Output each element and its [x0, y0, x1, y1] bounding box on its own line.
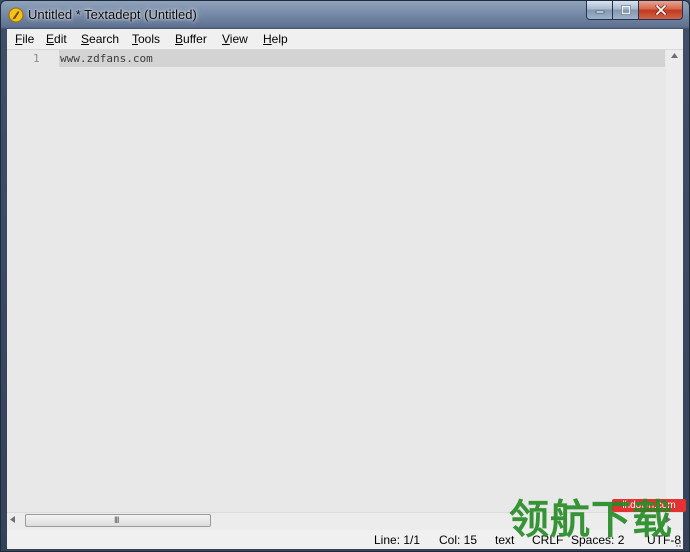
- menu-file[interactable]: File: [15, 32, 34, 46]
- menu-tools-label: ools: [138, 32, 161, 46]
- menu-edit[interactable]: Edit: [46, 32, 67, 46]
- menu-help-mnemonic: H: [263, 32, 272, 46]
- menu-view-mnemonic: V: [222, 32, 230, 46]
- menu-search-label: earch: [89, 32, 120, 46]
- resize-grip-icon[interactable]: [672, 538, 682, 548]
- vertical-scrollbar[interactable]: [666, 50, 683, 513]
- menu-tools[interactable]: Tools: [132, 32, 160, 46]
- menu-edit-mnemonic: E: [46, 32, 55, 46]
- watermark-text: 领航下载: [509, 497, 673, 543]
- minimize-button[interactable]: [586, 1, 613, 20]
- close-icon: [655, 5, 666, 15]
- window-title: Untitled * Textadept (Untitled): [28, 7, 197, 22]
- scroll-left-icon[interactable]: [10, 516, 15, 523]
- window-controls: [586, 1, 683, 21]
- app-window: Untitled * Textadept (Untitled) File Edi…: [0, 0, 690, 552]
- line-number: 1: [33, 52, 40, 65]
- maximize-icon: [620, 5, 631, 15]
- status-line: Line: 1/1: [374, 533, 421, 547]
- menu-buffer-mnemonic: B: [175, 32, 184, 46]
- horizontal-scroll-thumb[interactable]: III: [25, 514, 211, 527]
- close-button[interactable]: [639, 1, 683, 20]
- menu-view-label: iew: [229, 32, 248, 46]
- menu-edit-label: dit: [54, 32, 67, 46]
- scroll-up-icon[interactable]: [671, 53, 678, 58]
- menu-search-mnemonic: S: [81, 32, 90, 46]
- menu-bar: File Edit Search Tools Buffer View Help: [7, 29, 683, 50]
- scroll-thumb-grip: III: [114, 515, 119, 525]
- menu-buffer-label: uffer: [183, 32, 207, 46]
- minimize-icon: [595, 10, 604, 14]
- client-area: File Edit Search Tools Buffer View Help …: [7, 29, 683, 549]
- menu-help[interactable]: Help: [263, 32, 288, 46]
- title-bar[interactable]: Untitled * Textadept (Untitled): [1, 1, 689, 29]
- menu-file-label: ile: [22, 32, 35, 46]
- menu-buffer[interactable]: Buffer: [175, 32, 207, 46]
- menu-help-label: elp: [271, 32, 288, 46]
- editor-area[interactable]: 1 www.zdfans.com: [7, 50, 683, 512]
- menu-view[interactable]: View: [222, 32, 248, 46]
- textadept-app-icon[interactable]: [8, 7, 24, 23]
- maximize-button[interactable]: [613, 1, 639, 20]
- menu-search[interactable]: Search: [81, 32, 119, 46]
- status-column: Col: 15: [439, 533, 478, 547]
- editor-line-text[interactable]: www.zdfans.com: [60, 52, 153, 65]
